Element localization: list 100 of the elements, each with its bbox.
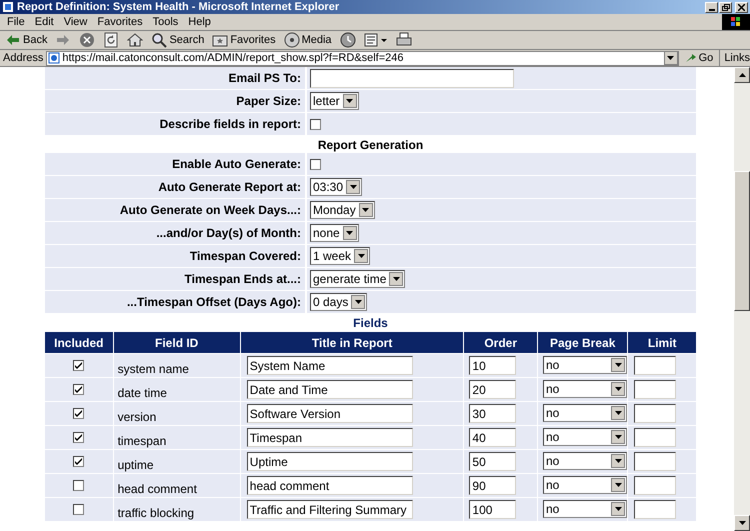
input-field[interactable]: 90 [469,476,516,495]
input-field[interactable] [634,404,676,423]
menu-item[interactable]: View [58,14,92,30]
input-field[interactable]: System Name [246,356,413,375]
toolbar-button[interactable] [338,32,358,48]
dropdown[interactable]: 03:30 [310,178,362,196]
menu-item[interactable]: File [2,14,30,30]
checkbox[interactable] [73,360,84,371]
checkbox[interactable] [310,118,321,130]
menu-item[interactable]: Help [183,14,216,30]
input-field[interactable]: 20 [469,380,516,399]
input-field[interactable]: 10 [469,356,516,375]
minimize-icon [708,8,714,12]
toolbar-button[interactable] [394,32,414,48]
toolbar-button[interactable]: Media [282,32,334,48]
input-field[interactable] [310,68,514,88]
down-arrow-icon [738,521,746,525]
column-header: Limit [628,332,696,353]
toolbar-button[interactable]: Search [149,32,206,48]
dropdown[interactable]: none [310,224,359,242]
input-field[interactable]: Traffic and Filtering Summary [246,500,413,519]
toolbar-button[interactable]: Favorites [210,32,278,48]
go-button[interactable]: Go [682,50,716,66]
field-label: Timespan Covered: [190,248,301,265]
input-field[interactable]: 100 [469,500,516,519]
field-label: Timespan Ends at...: [184,271,301,288]
scroll-up-button[interactable] [734,67,750,83]
field-label: Enable Auto Generate: [172,156,301,173]
input-field[interactable]: Software Version [246,404,413,423]
input-field[interactable]: Uptime [246,452,413,471]
input-field[interactable]: 30 [469,404,516,423]
dropdown[interactable]: no [542,452,628,470]
flag-logo-icon [731,17,741,27]
checkbox[interactable] [73,504,84,515]
input-field[interactable]: 40 [469,428,516,447]
menu-item[interactable]: Tools [148,14,184,30]
input-field[interactable]: Timespan [246,428,413,447]
input-field[interactable] [634,428,676,447]
browser-logo-icon [2,1,14,13]
toolbar-button[interactable]: Back [3,32,50,48]
scroll-thumb[interactable] [734,171,750,311]
column-header: Field ID [114,332,240,353]
field-label: Paper Size: [236,93,301,110]
dropdown[interactable]: 0 days [310,293,368,311]
column-header: Order [464,332,537,353]
input-field[interactable]: head comment [246,476,413,495]
stop-icon [79,32,96,48]
input-field[interactable] [634,356,676,375]
dropdown[interactable]: no [542,404,628,422]
input-field[interactable]: 50 [469,452,516,471]
checkbox[interactable] [73,408,84,419]
dropdown[interactable]: no [542,380,628,398]
checkbox[interactable] [73,480,84,491]
dropdown[interactable]: no [542,500,628,518]
minimize-button[interactable] [705,2,718,12]
restore-button[interactable] [719,2,732,12]
input-field[interactable]: Date and Time [246,380,413,399]
dropdown[interactable]: 1 week [310,247,370,265]
dropdown[interactable]: generate time [310,270,406,288]
search-icon [151,32,168,48]
toolbar-button[interactable] [362,32,390,48]
scroll-down-button[interactable] [734,515,750,531]
checkbox[interactable] [73,384,84,395]
scrollbar[interactable] [734,67,750,531]
field-id: head comment [118,482,197,496]
media-icon [284,32,300,48]
window-title: Report Definition: System Health - Microsoft Internet Explorer [17,2,340,12]
toolbar-button[interactable] [125,32,146,48]
links-button[interactable]: Links [719,50,750,66]
field-label: Auto Generate Report at: [158,179,301,196]
checkbox[interactable] [73,456,84,467]
up-arrow-icon [738,73,746,77]
field-id: date time [118,386,167,400]
address-field[interactable]: https://mail.catonconsult.com/ADMIN/report_show.spl?f=RD&self=246 [46,50,679,66]
menu-item[interactable]: Favorites [92,14,148,30]
checkbox[interactable] [310,158,321,170]
history-icon [340,32,356,48]
page-icon [48,52,60,64]
dropdown[interactable]: no [542,356,628,374]
dropdown[interactable]: no [542,428,628,446]
input-field[interactable] [634,476,676,495]
dropdown[interactable]: letter [310,92,359,110]
address-label: Address [3,50,44,66]
dropdown[interactable]: Monday [310,201,375,219]
field-id: system name [118,362,189,376]
input-field[interactable] [634,452,676,471]
printer-icon [396,32,412,48]
section-heading: Fields [353,315,388,332]
forward-arrow-icon [55,32,72,48]
checkbox[interactable] [73,432,84,443]
field-id: version [118,410,156,424]
input-field[interactable] [634,380,676,399]
field-id: traffic blocking [118,506,194,520]
close-button[interactable] [735,2,748,12]
dropdown[interactable]: no [542,476,628,494]
column-header: Title in Report [240,332,464,353]
input-field[interactable] [634,500,676,519]
home-icon [127,32,144,48]
menu-item[interactable]: Edit [30,14,59,30]
field-label: Email PS To: [228,70,301,87]
